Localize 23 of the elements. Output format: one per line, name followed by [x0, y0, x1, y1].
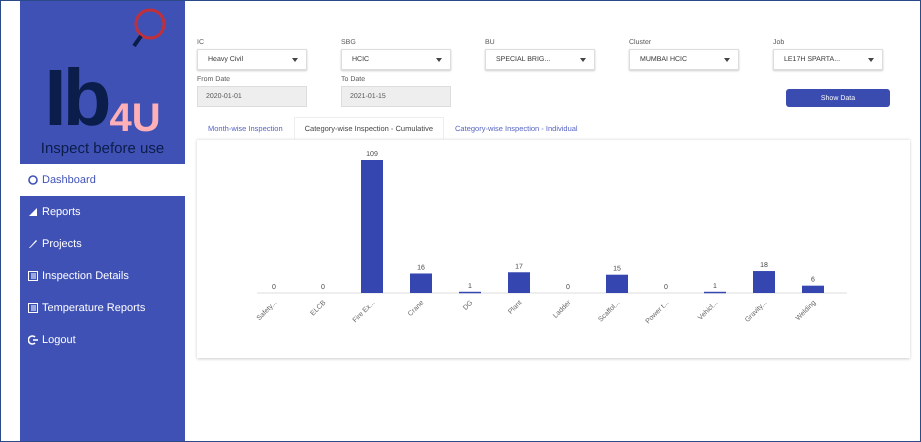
- caret-icon: [436, 58, 442, 62]
- caret-icon: [580, 58, 586, 62]
- bar: [410, 273, 432, 293]
- bar: [753, 271, 775, 293]
- sidebar-item[interactable]: Logout: [20, 324, 185, 356]
- bar: [508, 272, 530, 293]
- bar: [606, 274, 628, 293]
- sidebar-item[interactable]: Projects: [20, 228, 185, 260]
- logo: Ib4U Inspect before use: [20, 1, 185, 161]
- caret-icon: [868, 58, 874, 62]
- dashboard-icon: [28, 175, 38, 185]
- logout-icon: [28, 335, 38, 345]
- bar: [802, 286, 824, 293]
- pencil-icon: [28, 239, 38, 249]
- caret-icon: [724, 58, 730, 62]
- sidebar-item[interactable]: Reports: [20, 196, 185, 228]
- sidebar-item[interactable]: Inspection Details: [20, 260, 185, 292]
- sidebar-item[interactable]: Dashboard: [20, 164, 185, 196]
- sidebar-item[interactable]: Temperature Reports: [20, 292, 185, 324]
- bar-chart-icon: [28, 207, 38, 217]
- caret-icon: [292, 58, 298, 62]
- list-icon: [28, 271, 38, 281]
- list-icon: [28, 303, 38, 313]
